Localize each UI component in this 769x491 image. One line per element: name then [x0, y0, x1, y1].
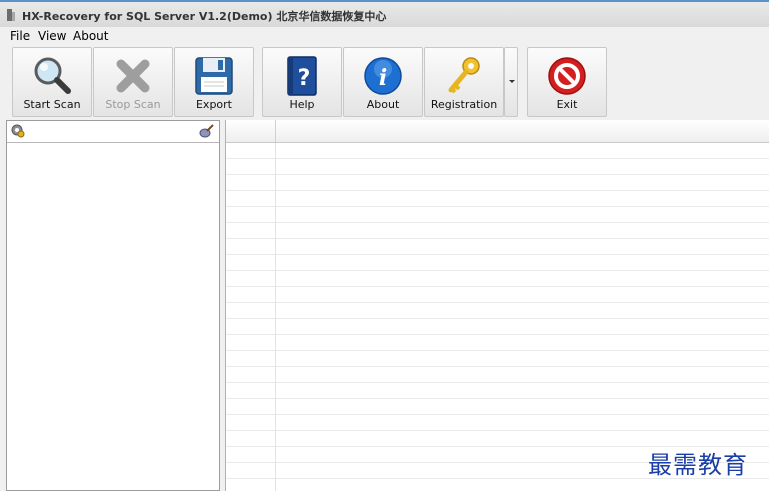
export-button[interactable]: Export	[174, 47, 254, 117]
no-entry-icon	[548, 57, 586, 95]
menu-about[interactable]: About	[72, 29, 109, 43]
exit-label: Exit	[556, 98, 578, 111]
tree-panel[interactable]	[6, 120, 220, 491]
registration-button[interactable]: Registration	[424, 47, 504, 117]
magnifier-icon	[34, 57, 71, 94]
info-icon: i	[364, 57, 402, 95]
start-scan-label: Start Scan	[23, 98, 81, 111]
grid-header	[226, 120, 769, 143]
window-title: HX-Recovery for SQL Server V1.2(Demo) 北京…	[22, 10, 387, 23]
help-label: Help	[289, 98, 315, 111]
title-bar[interactable]: HX-Recovery for SQL Server V1.2(Demo) 北京…	[0, 0, 769, 27]
grid-header-column[interactable]	[226, 120, 276, 142]
help-book-icon: ?	[287, 56, 317, 96]
tree-panel-header	[7, 121, 219, 143]
about-button[interactable]: i About	[343, 47, 423, 117]
toolbar: Start Scan Stop Scan Export ? Help i Abo…	[0, 46, 769, 118]
stop-scan-button[interactable]: Stop Scan	[93, 47, 173, 117]
watermark: 最需教育	[648, 451, 748, 479]
menu-view[interactable]: View	[37, 29, 67, 43]
svg-text:i: i	[379, 65, 387, 91]
menu-bar: File View About	[0, 27, 769, 47]
gear-search-icon[interactable]	[10, 123, 26, 139]
key-icon	[448, 57, 480, 94]
registration-label: Registration	[430, 98, 498, 111]
grid-column-divider	[275, 143, 276, 491]
about-label: About	[366, 98, 400, 111]
app-icon	[7, 9, 15, 21]
toolbar-dropdown-button[interactable]	[504, 47, 518, 117]
data-grid[interactable]	[225, 120, 769, 491]
brush-icon[interactable]	[199, 124, 215, 138]
help-button[interactable]: ? Help	[262, 47, 342, 117]
menu-file[interactable]: File	[9, 29, 31, 43]
floppy-disk-icon	[195, 57, 233, 95]
export-label: Export	[195, 98, 232, 111]
chevron-down-icon	[509, 80, 515, 83]
svg-text:?: ?	[298, 66, 311, 91]
start-scan-button[interactable]: Start Scan	[12, 47, 92, 117]
stop-scan-label: Stop Scan	[105, 98, 161, 111]
exit-button[interactable]: Exit	[527, 47, 607, 117]
x-cross-icon	[116, 59, 150, 93]
grid-rows	[226, 143, 769, 491]
